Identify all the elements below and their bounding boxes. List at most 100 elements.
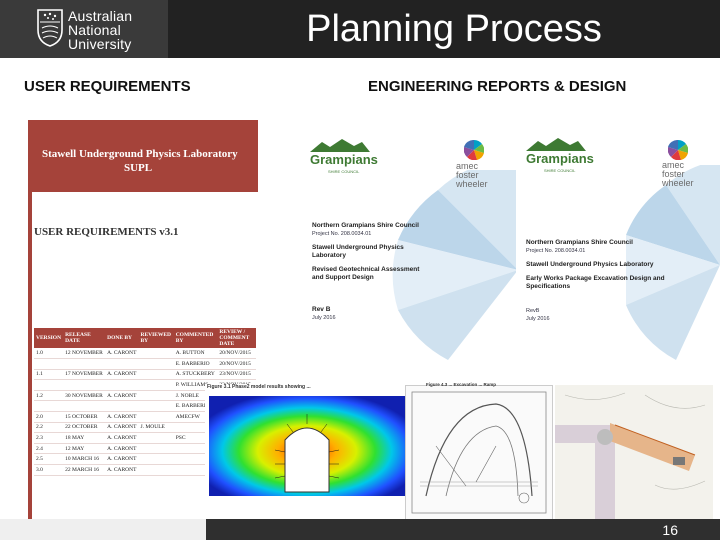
ng-logo: Grampians	[526, 151, 594, 166]
table-cell: 2.4	[34, 443, 64, 455]
ng-logo-sub: SHIRE COUNCIL	[544, 168, 576, 173]
table-cell	[138, 348, 174, 360]
table-cell: A. CARONT	[105, 348, 139, 360]
client-name: Northern Grampians Shire Council	[526, 239, 633, 246]
project-number: Project No. 208.0034.01	[312, 231, 372, 237]
table-cell	[138, 411, 174, 423]
report-date: July 2016	[526, 316, 550, 322]
mountain-icon	[310, 139, 370, 152]
amec-logo-text: amec foster wheeler	[662, 161, 694, 188]
slide-header: Australian National University Planning …	[0, 0, 720, 58]
table-cell	[34, 379, 64, 391]
table-cell: 15 OCTOBER	[63, 411, 106, 423]
table-cell	[138, 464, 174, 476]
table-cell: 1.1	[34, 369, 64, 381]
table-cell	[34, 358, 64, 370]
table-cell	[63, 400, 106, 413]
amec-word: wheeler	[456, 179, 488, 189]
column-header: REVIEWED BY	[138, 328, 174, 348]
table-cell: 17 NOVEMBER	[63, 369, 106, 381]
table-cell: 10 MARCH 16	[63, 453, 106, 466]
document-subtitle: USER REQUIREMENTS v3.1	[34, 226, 179, 238]
document-banner: Stawell Underground Physics Laboratory S…	[28, 120, 258, 192]
table-cell: 1.0	[34, 348, 64, 360]
amec-flower-icon	[464, 140, 484, 160]
column-header: DONE BY	[105, 328, 139, 348]
client-name: Northern Grampians Shire Council	[312, 222, 419, 229]
column-header: REVIEW / COMMENT DATE	[217, 328, 256, 348]
table-cell: 12 NOVEMBER	[63, 348, 106, 360]
table-row: E. BARBERIO 20/NOV/2015	[34, 358, 256, 370]
table-cell: 23/NOV/2015	[217, 369, 256, 381]
amec-flower-icon	[668, 140, 688, 160]
amec-word: wheeler	[662, 178, 694, 188]
table-cell	[138, 443, 174, 455]
table-cell: 2.3	[34, 432, 64, 444]
site-layout-plan	[555, 385, 713, 520]
table-cell: A. BUTTON	[173, 348, 218, 360]
column-header: COMMENTED BY	[173, 328, 218, 348]
ng-logo-text: Grampians	[526, 151, 594, 166]
table-cell: A. CARONT	[105, 453, 139, 466]
excavation-drawing: Figure 4.3 ... Excavation ... Ramp	[405, 382, 553, 520]
table-cell: A. CARONT	[105, 432, 139, 444]
university-name: Australian National University	[68, 9, 132, 51]
report-details: Northern Grampians Shire Council Project…	[526, 239, 666, 323]
stress-heatmap	[209, 396, 405, 496]
column-header: RELEASE DATE	[63, 328, 106, 348]
report-revision: RevB	[526, 308, 540, 314]
report-details: Northern Grampians Shire Council Project…	[312, 222, 422, 322]
table-cell: A. CARONT	[105, 411, 139, 423]
table-cell: E. BARBERIO	[173, 358, 218, 370]
table-cell	[138, 432, 174, 444]
table-cell: A. CARONT	[105, 422, 139, 434]
table-row: 1.0 12 NOVEMBER A. CARONT A. BUTTON 20/NOV/2…	[34, 348, 256, 360]
ng-logo-text: Grampians	[310, 152, 378, 167]
table-cell: 12 MAY	[63, 443, 106, 455]
report-subtitle: Revised Geotechnical Assessment and Supp…	[312, 266, 420, 281]
table-cell: A. CARONT	[105, 443, 139, 455]
page-number: 16	[662, 522, 678, 538]
report-title: Stawell Underground Physics Laboratory	[526, 261, 654, 268]
table-cell: A. CARONT	[105, 464, 139, 476]
site-plan-graphic	[555, 385, 713, 520]
excavation-design-cover: NORTHERN Grampians SHIRE COUNCIL amec fo…	[516, 125, 720, 405]
amec-logo-text: amec foster wheeler	[456, 162, 488, 189]
footer-left-panel	[0, 519, 206, 540]
ng-logo-sub: SHIRE COUNCIL	[328, 169, 360, 174]
table-cell	[138, 358, 174, 370]
table-cell: 20/NOV/2015	[217, 348, 256, 360]
banner-title: Stawell Underground Physics Laboratory	[42, 148, 238, 160]
table-cell	[138, 453, 174, 466]
table-cell: 18 MAY	[63, 432, 106, 444]
table-cell: 1.2	[34, 390, 64, 402]
report-subtitle: Early Works Package Excavation Design an…	[526, 275, 665, 290]
left-accent-strip	[28, 120, 32, 540]
project-number: Project No. 208.0034.01	[526, 248, 586, 254]
column-header: VERSION	[34, 328, 64, 348]
table-cell: J. MOULE	[138, 422, 174, 434]
table-cell: 22 MARCH 16	[63, 464, 106, 476]
drawing-caption: Figure 4.3 ... Excavation ... Ramp	[426, 382, 497, 387]
technical-drawing	[411, 391, 547, 514]
table-cell: A. CARONT	[105, 369, 139, 381]
geotechnical-report-cover: Grampians NORTHERN SHIRE COUNCIL amec fo…	[298, 130, 518, 390]
report-revision: Rev B	[312, 306, 331, 313]
table-cell	[34, 400, 64, 413]
table-cell: A. STUCKBERY	[173, 369, 218, 381]
table-cell	[105, 400, 139, 413]
table-cell: 22 OCTOBER	[63, 422, 106, 434]
table-cell: A. CARONT	[105, 390, 139, 402]
university-name-line: National	[68, 22, 121, 38]
table-cell: 3.0	[34, 464, 64, 476]
table-cell	[138, 390, 174, 402]
anu-logo: Australian National University	[0, 0, 168, 58]
stress-model-figure: Figure 3.1 Phase2 model results showing …	[205, 384, 410, 500]
table-cell	[105, 358, 139, 370]
ng-logo: Grampians	[310, 152, 378, 167]
table-cell	[63, 358, 106, 370]
table-cell	[105, 379, 139, 391]
table-header-row: VERSION RELEASE DATE DONE BY REVIEWED BY…	[34, 328, 256, 348]
engineering-reports-heading: ENGINEERING REPORTS & DESIGN	[368, 78, 627, 95]
report-title: Stawell Underground Physics Laboratory	[312, 244, 404, 259]
